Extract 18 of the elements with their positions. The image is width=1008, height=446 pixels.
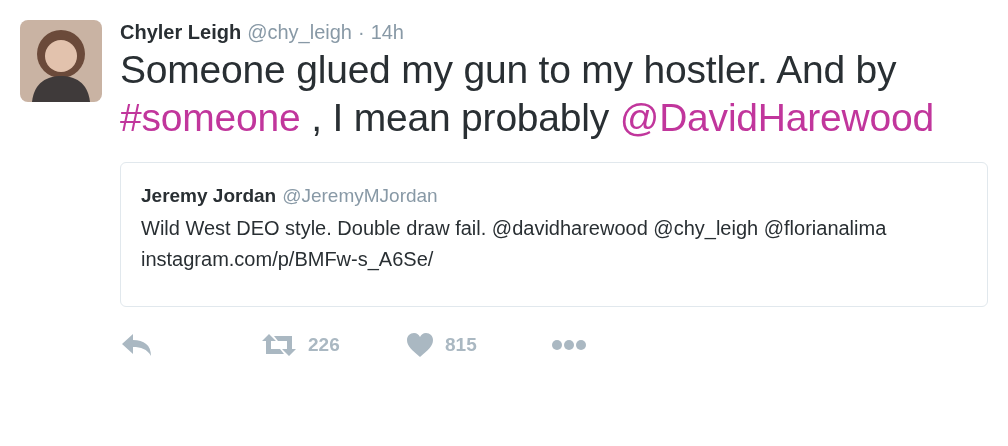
quoted-author-handle: @JeremyMJordan xyxy=(282,185,438,207)
quoted-tweet-text: Wild West DEO style. Double draw fail. @davidharewood @chy_leigh @florianalima instagram.com/p/BMFw-s_A6Se/ xyxy=(141,216,888,273)
reply-icon[interactable] xyxy=(122,334,152,356)
retweet-icon[interactable] xyxy=(262,334,296,356)
retweet-count: 226 xyxy=(308,334,340,356)
quoted-author-name: Jeremy Jordan xyxy=(141,185,277,207)
quoted-tweet-card[interactable]: Jeremy Jordan @JeremyMJordan Wild West DEO style. Double draw fail. @davidharewood @chy_leigh @florianalima instagram.com/p/BMFw-s_A6Se/ xyxy=(120,162,988,307)
tweet-text: Someone glued my gun to my hostler. And by #someone , I mean probably @DavidHarewood xyxy=(120,47,935,141)
heart-icon[interactable] xyxy=(407,333,433,357)
mention-link[interactable]: @DavidHarewood xyxy=(619,96,934,139)
more-icon[interactable] xyxy=(552,340,586,350)
hashtag-link[interactable]: #someone xyxy=(120,96,301,139)
like-count: 815 xyxy=(445,334,477,356)
author-handle: @chy_leigh xyxy=(247,21,352,44)
author-name[interactable]: Chyler Leigh xyxy=(120,21,242,44)
timestamp[interactable]: 14h xyxy=(370,21,404,44)
avatar[interactable] xyxy=(20,20,102,102)
separator: · xyxy=(357,21,365,44)
